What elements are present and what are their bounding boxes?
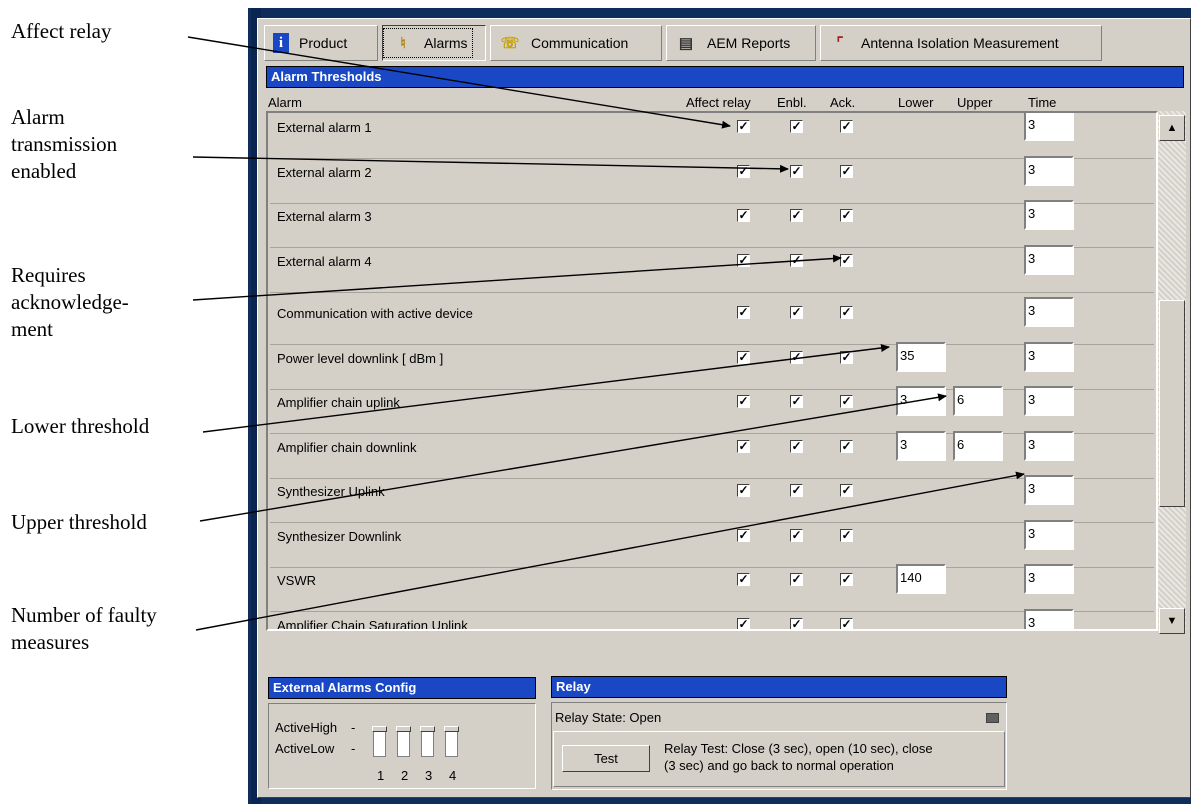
arrow-requires-ack	[192, 254, 842, 301]
arrow-affect-relay	[187, 36, 731, 129]
arrow-upper-threshold	[199, 393, 947, 522]
arrow-faulty-measures	[195, 471, 1025, 631]
arrow-lower-threshold	[202, 344, 890, 433]
arrow-alarm-transmission	[192, 156, 789, 173]
callout-arrows	[187, 36, 1025, 631]
